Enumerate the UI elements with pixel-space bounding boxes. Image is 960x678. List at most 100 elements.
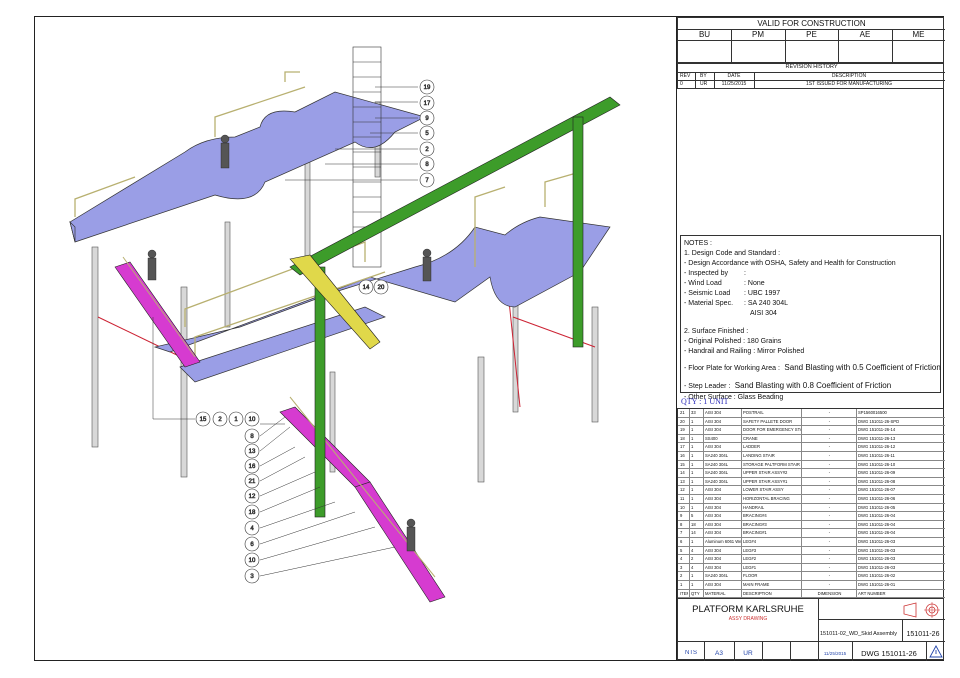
- sheet-size-value: A3: [715, 650, 723, 657]
- bom-header: DESCRIPTION: [741, 589, 801, 599]
- leg: [512, 296, 519, 413]
- person-figure: [220, 134, 230, 169]
- bom-cell: LEG#1: [741, 563, 801, 573]
- bom-cell: 1: [689, 477, 703, 487]
- bom-cell: -: [801, 443, 856, 452]
- table-row: 14 1 SA240 304L UPPER STAIR ASSY#2- DWG 1510…: [678, 469, 945, 478]
- table-row: 8 18 AISI 304 BRACING#3- DWG 151011-26-04: [678, 520, 945, 530]
- bom-cell: AISI 304: [703, 512, 741, 521]
- svg-text:19: 19: [424, 85, 431, 91]
- bom-cell: 1: [689, 486, 703, 495]
- bom-header: DIMENSION: [801, 589, 856, 599]
- bom-cell: 1: [689, 538, 703, 547]
- leg: [224, 221, 231, 328]
- bom-cell: -: [801, 469, 856, 478]
- drawing-title: PLATFORM KARLSRUHE: [692, 604, 804, 615]
- bom-cell: 14: [689, 529, 703, 538]
- bom-cell: 11: [680, 496, 685, 501]
- crane-column: [572, 116, 584, 348]
- table-row: 19 1 AISI 304 DOOR FOR EMERGENCY STAIR - DWG …: [678, 426, 945, 435]
- bom-cell: -: [801, 520, 856, 530]
- callout-bubble: 19: [419, 79, 435, 95]
- svg-text:20: 20: [378, 285, 385, 291]
- bom-cell: DWG 151011-26-04: [856, 529, 946, 538]
- bom-cell: STORAGE PALTFORM STAIR ASSY: [741, 460, 801, 470]
- bom-cell: 3: [680, 564, 683, 570]
- bom-cell: 1: [689, 581, 703, 590]
- svg-text:12: 12: [249, 494, 256, 500]
- bom-cell: 20: [680, 418, 685, 424]
- bom-cell: 21: [680, 410, 685, 415]
- bom-cell: SA240 304L: [703, 572, 741, 581]
- bom-cell: 18: [680, 435, 685, 441]
- callout-bubble: 8: [419, 156, 435, 172]
- table-row: 15 1SA240 304LSTORAGE PALTFORM STAIR ASSY…: [678, 460, 945, 470]
- bom-cell: AISI 304: [703, 529, 741, 538]
- title-block-column: VALID FOR CONSTRUCTION BU PM PE AE ME RE…: [676, 17, 946, 661]
- callout-bubble: 13: [244, 443, 260, 459]
- table-row: 3 4 AISI 304 LEG#1- DWG 151011-26-03: [678, 563, 946, 573]
- drawing-subtitle: ASSY DRAWING: [728, 616, 768, 622]
- bom-header: MATERIAL: [703, 589, 741, 599]
- bom-cell: HORIZONTAL BRACING: [741, 495, 801, 504]
- bom-cell: AISI 304: [703, 520, 741, 530]
- approval-col: AE: [859, 30, 871, 39]
- notes-value: : None: [744, 280, 765, 287]
- bom-cell: 6: [680, 539, 683, 544]
- bom-cell: DWG 151011-26-04: [856, 512, 946, 521]
- bom-cell: -: [801, 529, 856, 538]
- approval-table: VALID FOR CONSTRUCTION BU PM PE AE ME: [677, 17, 945, 63]
- scale-value: NTS: [685, 650, 697, 656]
- qty-label: QTY : 1 UNIT: [681, 397, 729, 406]
- revision-header: DATE: [727, 73, 741, 79]
- bom-cell: POSTRAIL: [741, 409, 801, 418]
- table-row: 20 1 AISI 304 SAFETY PALLETE DOOR - DWG 15101…: [678, 417, 945, 427]
- notes-line: - Wind Load: [684, 280, 722, 287]
- bom-cell: 16: [680, 453, 685, 458]
- bom-cell: 4: [689, 563, 703, 573]
- bom-cell: DWG 151011-26-07: [856, 486, 946, 495]
- bom-cell: AISI 304: [703, 409, 741, 418]
- svg-text:17: 17: [424, 101, 431, 107]
- bom-cell: UPPER STAIR ASSY#1: [741, 477, 801, 487]
- file-name: 151011-02_WD_Skid Assembly: [820, 631, 897, 637]
- bom-header: QTY: [689, 589, 703, 599]
- svg-text:18: 18: [249, 510, 256, 516]
- bom-cell: -: [801, 563, 856, 573]
- bom-cell: 12: [680, 487, 685, 493]
- table-row: 6 1Aluminum 6061 WeldedLEG#4-DWG 151011-2…: [678, 538, 945, 547]
- handrail: [284, 71, 300, 82]
- notes-line: - Step Leader :: [684, 383, 731, 390]
- notes-line: - Inspected by: [684, 270, 728, 277]
- table-row: 7 14 AISI 304 BRACING#1- DWG 151011-26-04: [678, 529, 945, 538]
- table-row: 13 1 SA240 304L UPPER STAIR ASSY#1- DWG 1510…: [678, 477, 945, 487]
- bom-cell: 33: [689, 409, 703, 418]
- bom-cell: -: [801, 417, 856, 427]
- bom-cell: 15: [680, 461, 685, 467]
- bom-cell: LEG#4: [741, 538, 801, 547]
- callout-bubble: 16: [244, 458, 260, 474]
- notes-line: - Original Polished : 180 Grains: [684, 338, 782, 345]
- revision-header: REV: [680, 73, 691, 79]
- approval-col: PE: [806, 30, 817, 39]
- bom-cell: DWG 151011-26-03: [856, 563, 946, 573]
- warning-triangle-icon: [929, 645, 943, 658]
- bom-cell: DWG 151011-26-14: [856, 426, 946, 435]
- bom-cell: SS400: [703, 434, 741, 444]
- callout-bubble: 14: [358, 279, 374, 295]
- bom-cell: 9: [680, 513, 683, 519]
- dwg-number: DWG 151011-26: [861, 649, 917, 658]
- table-row: 4 2 AISI 304 LEG#2- DWG 151011-26-03: [678, 555, 945, 564]
- bom-cell: 5: [689, 512, 703, 521]
- bom-cell: BRACING#4: [741, 512, 801, 521]
- bom-cell: DWG 151011-26-13: [856, 434, 946, 444]
- notes-value: : SA 240 304L: [744, 300, 788, 307]
- leg: [591, 306, 599, 423]
- bom-cell: BRACING#1: [741, 529, 801, 538]
- notes-value: AISI 304: [750, 310, 777, 317]
- bom-cell: AISI 304: [703, 443, 741, 452]
- bom-cell: 14: [680, 470, 685, 476]
- svg-text:16: 16: [249, 464, 256, 470]
- notes-line: - Handrail and Railing : Mirror Polished: [684, 348, 805, 355]
- bom-cell: DOOR FOR EMERGENCY STAIR: [741, 426, 801, 435]
